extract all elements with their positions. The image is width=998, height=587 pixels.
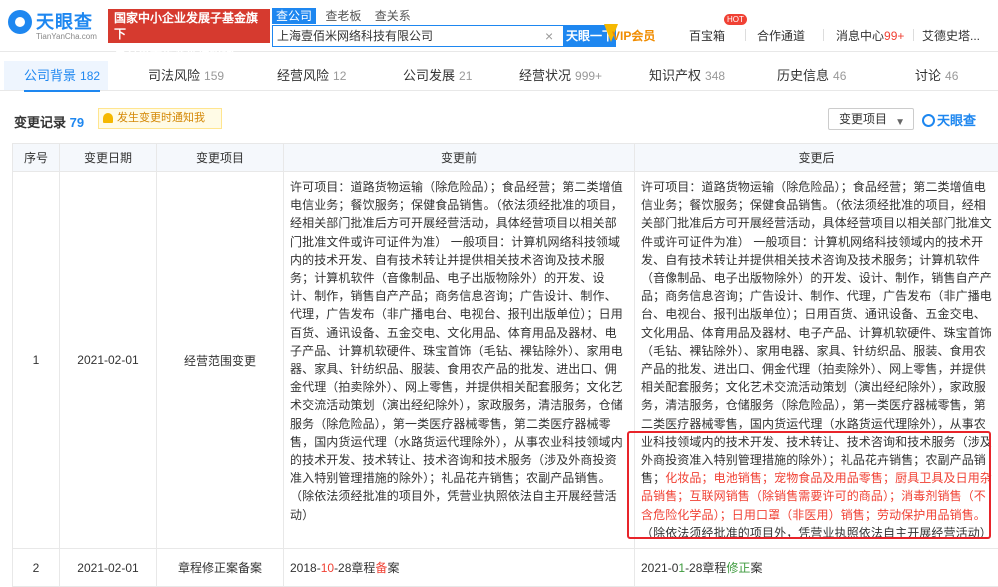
logo-name: 天眼查 [36,8,93,34]
watermark-text: 天眼查 [937,113,976,128]
tab-intellectual-property[interactable]: 知识产权 348 [649,61,725,91]
tab-count: 348 [705,69,725,83]
row-before-content: 许可项目：道路货物运输（除危险品）；食品经营；第二类增值电信业务；餐饮服务；保健… [284,172,635,549]
chevron-down-icon: ▼ [895,113,905,133]
search-tab-company[interactable]: 查公司 [272,8,316,24]
tab-count: 46 [833,69,846,83]
tab-label: 公司发展 [403,68,455,83]
change-records-table: 序号 变更日期 变更项目 变更前 变更后 1 2021-02-01 经营范围变更… [12,143,998,587]
search-input[interactable]: 上海壹佰米网络科技有限公司 [272,25,564,47]
tab-label: 历史信息 [777,68,829,83]
logo-domain: TianYanCha.com [36,32,97,41]
nav-messages[interactable]: 消息中心99+ [836,27,904,44]
hot-badge: HOT [724,14,747,25]
tab-business-risk[interactable]: 经营风险 12 [277,61,346,91]
nav-divider [745,29,746,41]
col-header-item: 变更项目 [157,144,284,172]
col-header-before: 变更前 [284,144,635,172]
row-date: 2021-02-01 [60,172,157,549]
banner-line-1: 国家中小企业发展子基金旗下 [114,10,264,42]
before-text: 案 [387,561,399,575]
messages-label: 消息中心 [836,29,884,43]
tab-label: 公司背景 [24,68,76,83]
tab-count: 46 [945,69,958,83]
section-title: 变更记录 79 [14,112,84,131]
after-text: -28章程 [685,561,726,575]
before-text: 2018- [290,561,321,575]
after-tail-text: （除依法须经批准的项目外，凭营业执照依法自主开展经营活动） [641,526,992,540]
tianyancha-watermark: 天眼查 [922,110,976,129]
bell-icon [103,113,113,123]
banner-line-2: 官方备案企业征信机构 [114,42,264,58]
messages-count: 99+ [884,29,904,43]
top-header: 天眼查 TianYanCha.com 国家中小企业发展子基金旗下 官方备案企业征… [0,0,998,52]
nav-baibao[interactable]: 百宝箱 [689,27,725,44]
watermark-logo-icon [922,114,935,127]
site-logo[interactable]: 天眼查 TianYanCha.com [8,8,104,44]
tab-history[interactable]: 历史信息 46 [777,61,846,91]
vip-member-link[interactable]: VIP会员 [612,27,655,44]
before-diff-text: 10 [321,561,334,575]
filter-label: 变更项目 [839,112,887,126]
tab-count: 21 [459,69,472,83]
table-header-row: 序号 变更日期 变更项目 变更前 变更后 [13,144,998,172]
row-no: 1 [13,172,60,549]
company-tabs: 公司背景 182 司法风险 159 经营风险 12 公司发展 21 经营状况 999+ 知… [0,61,998,91]
search-tab-relation[interactable]: 查关系 [371,8,415,24]
nav-divider [913,29,914,41]
tab-label: 讨论 [915,68,941,83]
after-added-text: 化妆品；电池销售；宠物食品及用品零售；厨具卫具及日用杂品销售；互联网销售（除销售… [641,471,992,521]
logo-eye-icon [8,10,32,34]
after-plain-text: 许可项目：道路货物运输（除危险品）；食品经营；第二类增值电信业务；餐饮服务；保健… [641,180,992,485]
change-item-filter[interactable]: 变更项目 ▼ [828,108,914,130]
search-tab-boss[interactable]: 查老板 [321,8,365,24]
nav-cooperation[interactable]: 合作通道 [757,27,805,44]
col-header-no: 序号 [13,144,60,172]
user-menu[interactable]: 艾德史塔... [922,27,980,44]
tab-label: 知识产权 [649,68,701,83]
tab-count: 182 [80,69,100,83]
official-banner: 国家中小企业发展子基金旗下 官方备案企业征信机构 [108,9,270,43]
before-diff-text: 备 [375,561,387,575]
col-header-after: 变更后 [635,144,998,172]
tab-judicial-risk[interactable]: 司法风险 159 [148,61,224,91]
after-text: 2021-0 [641,561,678,575]
tab-label: 经营状况 [519,68,571,83]
before-text: -28章程 [334,561,375,575]
notify-on-change-button[interactable]: 发生变更时通知我 [98,108,222,129]
row-item: 经营范围变更 [157,172,284,549]
tab-company-background[interactable]: 公司背景 182 [24,61,100,91]
clear-search-icon[interactable]: × [545,28,553,44]
row-after-content: 许可项目：道路货物运输（除危险品）；食品经营；第二类增值电信业务；餐饮服务；保健… [635,172,998,549]
tab-count: 999+ [575,69,602,83]
tab-discussion[interactable]: 讨论 46 [915,61,958,91]
tab-count: 159 [204,69,224,83]
section-title-text: 变更记录 [14,115,66,130]
col-header-date: 变更日期 [60,144,157,172]
tab-label: 司法风险 [148,68,200,83]
notify-label: 发生变更时通知我 [117,112,205,124]
tab-count: 12 [333,69,346,83]
tab-business-status[interactable]: 经营状况 999+ [519,61,602,91]
section-count: 79 [70,115,84,130]
table-row: 1 2021-02-01 经营范围变更 许可项目：道路货物运输（除危险品）；食品… [13,172,998,549]
after-text: 案 [750,561,762,575]
tab-company-development[interactable]: 公司发展 21 [403,61,472,91]
tab-label: 经营风险 [277,68,329,83]
search-type-tabs: 查公司 查老板 查关系 [272,8,417,24]
nav-divider [823,29,824,41]
after-diff-text: 修正 [726,561,750,575]
